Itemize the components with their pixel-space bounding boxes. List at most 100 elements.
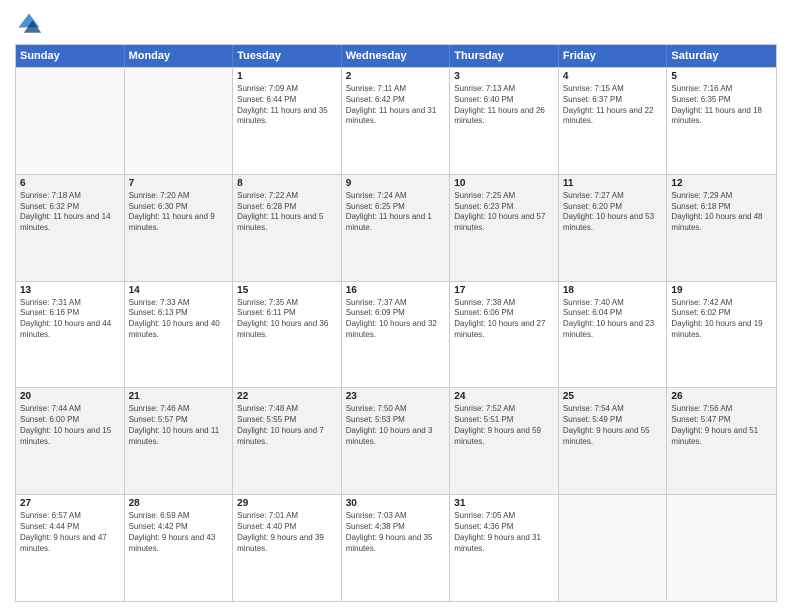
calendar: SundayMondayTuesdayWednesdayThursdayFrid… — [15, 44, 777, 602]
day-info: Sunrise: 7:18 AM Sunset: 6:32 PM Dayligh… — [20, 191, 120, 234]
logo-icon — [15, 10, 43, 38]
day-number: 30 — [346, 498, 446, 509]
calendar-cell: 13Sunrise: 7:31 AM Sunset: 6:16 PM Dayli… — [16, 282, 125, 388]
day-number: 11 — [563, 178, 663, 189]
day-number: 21 — [129, 391, 229, 402]
logo — [15, 10, 47, 38]
calendar-cell: 1 Sunrise: 7:09 AM Sunset: 6:44 PM Daylig… — [233, 68, 342, 174]
header-day-saturday: Saturday — [667, 45, 776, 67]
header-day-wednesday: Wednesday — [342, 45, 451, 67]
day-number: 28 — [129, 498, 229, 509]
day-number: 5 — [671, 71, 772, 82]
day-number: 22 — [237, 391, 337, 402]
day-info: Sunrise: 7:13 AM Sunset: 6:40 PM Dayligh… — [454, 84, 554, 127]
day-info: Sunrise: 7:03 AM Sunset: 4:38 PM Dayligh… — [346, 511, 446, 554]
day-info: Sunrise: 7:09 AM Sunset: 6:44 PM Dayligh… — [237, 84, 337, 127]
day-info: Sunrise: 7:01 AM Sunset: 4:40 PM Dayligh… — [237, 511, 337, 554]
calendar-cell: 2Sunrise: 7:11 AM Sunset: 6:42 PM Daylig… — [342, 68, 451, 174]
day-number: 16 — [346, 285, 446, 296]
header-day-monday: Monday — [125, 45, 234, 67]
calendar-cell: 12 Sunrise: 7:29 AM Sunset: 6:18 PM Dayli… — [667, 175, 776, 281]
day-info: Sunrise: 7:11 AM Sunset: 6:42 PM Dayligh… — [346, 84, 446, 127]
day-number: 25 — [563, 391, 663, 402]
day-number: 20 — [20, 391, 120, 402]
calendar-cell: 16 Sunrise: 7:37 AM Sunset: 6:09 PM Dayli… — [342, 282, 451, 388]
header-day-tuesday: Tuesday — [233, 45, 342, 67]
day-number: 9 — [346, 178, 446, 189]
day-info: Sunrise: 7:56 AM Sunset: 5:47 PM Dayligh… — [671, 404, 772, 447]
calendar-cell: 21 Sunrise: 7:46 AM Sunset: 5:57 PM Dayli… — [125, 388, 234, 494]
day-info: Sunrise: 7:31 AM Sunset: 6:16 PM Dayligh… — [20, 298, 120, 341]
day-info: Sunrise: 7:40 AM Sunset: 6:04 PM Dayligh… — [563, 298, 663, 341]
calendar-cell: 9 Sunrise: 7:24 AM Sunset: 6:25 PM Daylig… — [342, 175, 451, 281]
day-info: Sunrise: 7:24 AM Sunset: 6:25 PM Dayligh… — [346, 191, 446, 234]
day-number: 8 — [237, 178, 337, 189]
day-number: 17 — [454, 285, 554, 296]
day-info: Sunrise: 7:22 AM Sunset: 6:28 PM Dayligh… — [237, 191, 337, 234]
calendar-cell: 26 Sunrise: 7:56 AM Sunset: 5:47 PM Dayli… — [667, 388, 776, 494]
calendar-cell: 5 Sunrise: 7:16 AM Sunset: 6:35 PM Daylig… — [667, 68, 776, 174]
calendar-cell: 31 Sunrise: 7:05 AM Sunset: 4:36 PM Dayli… — [450, 495, 559, 601]
day-info: Sunrise: 7:46 AM Sunset: 5:57 PM Dayligh… — [129, 404, 229, 447]
calendar-cell: 4 Sunrise: 7:15 AM Sunset: 6:37 PM Daylig… — [559, 68, 668, 174]
day-info: Sunrise: 7:50 AM Sunset: 5:53 PM Dayligh… — [346, 404, 446, 447]
day-info: Sunrise: 6:59 AM Sunset: 4:42 PM Dayligh… — [129, 511, 229, 554]
calendar-cell: 20 Sunrise: 7:44 AM Sunset: 6:00 PM Dayli… — [16, 388, 125, 494]
day-info: Sunrise: 7:52 AM Sunset: 5:51 PM Dayligh… — [454, 404, 554, 447]
header-day-friday: Friday — [559, 45, 668, 67]
calendar-header: SundayMondayTuesdayWednesdayThursdayFrid… — [16, 45, 776, 67]
calendar-cell: 10Sunrise: 7:25 AM Sunset: 6:23 PM Dayli… — [450, 175, 559, 281]
day-number: 27 — [20, 498, 120, 509]
calendar-cell — [125, 68, 234, 174]
header-day-thursday: Thursday — [450, 45, 559, 67]
calendar-cell: 7Sunrise: 7:20 AM Sunset: 6:30 PM Daylig… — [125, 175, 234, 281]
calendar-cell: 22Sunrise: 7:48 AM Sunset: 5:55 PM Dayli… — [233, 388, 342, 494]
day-number: 3 — [454, 71, 554, 82]
day-info: Sunrise: 7:35 AM Sunset: 6:11 PM Dayligh… — [237, 298, 337, 341]
day-info: Sunrise: 7:25 AM Sunset: 6:23 PM Dayligh… — [454, 191, 554, 234]
day-number: 26 — [671, 391, 772, 402]
calendar-week-5: 27 Sunrise: 6:57 AM Sunset: 4:44 PM Dayli… — [16, 494, 776, 601]
day-info: Sunrise: 7:15 AM Sunset: 6:37 PM Dayligh… — [563, 84, 663, 127]
calendar-cell: 28 Sunrise: 6:59 AM Sunset: 4:42 PM Dayli… — [125, 495, 234, 601]
day-info: Sunrise: 7:37 AM Sunset: 6:09 PM Dayligh… — [346, 298, 446, 341]
day-info: Sunrise: 7:27 AM Sunset: 6:20 PM Dayligh… — [563, 191, 663, 234]
day-number: 24 — [454, 391, 554, 402]
calendar-cell: 19 Sunrise: 7:42 AM Sunset: 6:02 PM Dayli… — [667, 282, 776, 388]
calendar-cell: 14 Sunrise: 7:33 AM Sunset: 6:13 PM Dayli… — [125, 282, 234, 388]
calendar-cell: 29 Sunrise: 7:01 AM Sunset: 4:40 PM Dayli… — [233, 495, 342, 601]
day-info: Sunrise: 7:05 AM Sunset: 4:36 PM Dayligh… — [454, 511, 554, 554]
day-info: Sunrise: 6:57 AM Sunset: 4:44 PM Dayligh… — [20, 511, 120, 554]
day-info: Sunrise: 7:29 AM Sunset: 6:18 PM Dayligh… — [671, 191, 772, 234]
day-number: 23 — [346, 391, 446, 402]
calendar-week-1: 1 Sunrise: 7:09 AM Sunset: 6:44 PM Daylig… — [16, 67, 776, 174]
day-number: 1 — [237, 71, 337, 82]
calendar-cell — [667, 495, 776, 601]
day-info: Sunrise: 7:44 AM Sunset: 6:00 PM Dayligh… — [20, 404, 120, 447]
day-info: Sunrise: 7:38 AM Sunset: 6:06 PM Dayligh… — [454, 298, 554, 341]
day-number: 29 — [237, 498, 337, 509]
day-info: Sunrise: 7:33 AM Sunset: 6:13 PM Dayligh… — [129, 298, 229, 341]
page: SundayMondayTuesdayWednesdayThursdayFrid… — [0, 0, 792, 612]
day-info: Sunrise: 7:42 AM Sunset: 6:02 PM Dayligh… — [671, 298, 772, 341]
calendar-cell: 23 Sunrise: 7:50 AM Sunset: 5:53 PM Dayli… — [342, 388, 451, 494]
day-number: 19 — [671, 285, 772, 296]
day-number: 14 — [129, 285, 229, 296]
calendar-cell: 15 Sunrise: 7:35 AM Sunset: 6:11 PM Dayli… — [233, 282, 342, 388]
day-info: Sunrise: 7:16 AM Sunset: 6:35 PM Dayligh… — [671, 84, 772, 127]
calendar-week-3: 13Sunrise: 7:31 AM Sunset: 6:16 PM Dayli… — [16, 281, 776, 388]
calendar-week-4: 20 Sunrise: 7:44 AM Sunset: 6:00 PM Dayli… — [16, 387, 776, 494]
header-day-sunday: Sunday — [16, 45, 125, 67]
calendar-cell: 18Sunrise: 7:40 AM Sunset: 6:04 PM Dayli… — [559, 282, 668, 388]
calendar-cell: 6 Sunrise: 7:18 AM Sunset: 6:32 PM Daylig… — [16, 175, 125, 281]
calendar-cell: 24 Sunrise: 7:52 AM Sunset: 5:51 PM Dayli… — [450, 388, 559, 494]
day-number: 4 — [563, 71, 663, 82]
calendar-cell: 8 Sunrise: 7:22 AM Sunset: 6:28 PM Daylig… — [233, 175, 342, 281]
day-number: 12 — [671, 178, 772, 189]
day-number: 6 — [20, 178, 120, 189]
calendar-cell: 30 Sunrise: 7:03 AM Sunset: 4:38 PM Dayli… — [342, 495, 451, 601]
day-number: 15 — [237, 285, 337, 296]
calendar-week-2: 6 Sunrise: 7:18 AM Sunset: 6:32 PM Daylig… — [16, 174, 776, 281]
calendar-cell: 25Sunrise: 7:54 AM Sunset: 5:49 PM Dayli… — [559, 388, 668, 494]
day-number: 31 — [454, 498, 554, 509]
